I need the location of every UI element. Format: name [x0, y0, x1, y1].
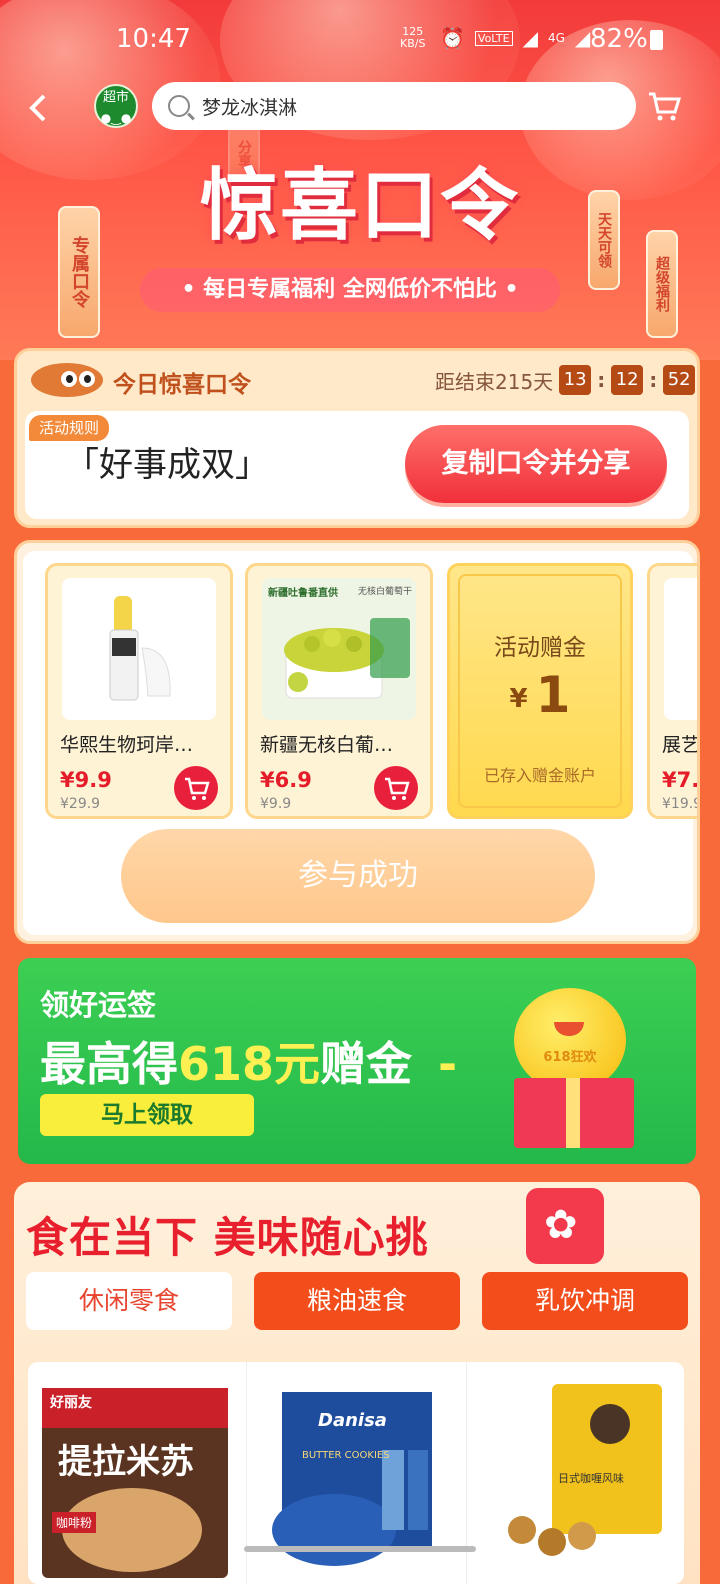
- lucky-ball-icon: 618狂欢: [514, 988, 626, 1092]
- chevron-left-icon: [29, 94, 46, 122]
- lucky-sign-banner[interactable]: 领好运签 最高得618元赠金 - 马上领取 618狂欢: [18, 958, 696, 1164]
- surprise-code-card: 今日惊喜口令 距结束215天 13 : 12 : 52 活动规则 「好事成双」 …: [14, 348, 700, 528]
- alarm-icon: ⏰: [440, 26, 465, 50]
- cart-icon: [385, 777, 410, 800]
- network-speed: 125 KB/S: [400, 25, 426, 50]
- back-button[interactable]: [24, 88, 60, 128]
- top-nav: 超市 ●‿● 梦龙冰淇淋: [0, 80, 720, 136]
- gift-note: 已存入赠金账户: [483, 766, 596, 785]
- cat-face-icon: ●‿●: [100, 111, 132, 125]
- add-to-cart-button[interactable]: [374, 766, 418, 810]
- list-item[interactable]: 日式咖喱风味: [482, 1380, 678, 1580]
- copy-code-share-button[interactable]: 复制口令并分享: [405, 425, 667, 503]
- product-name: 展艺…: [662, 734, 700, 756]
- product-card: 华熙生物珂岸… ¥9.9 ¥29.9 新疆吐鲁番直供 无核白葡萄干 新疆无核白葡…: [14, 540, 700, 944]
- network-type-icon: 4G: [547, 31, 565, 45]
- signal-icon: ◢: [522, 26, 538, 50]
- product-name: 新疆无核白葡…: [260, 734, 394, 756]
- code-heading: 今日惊喜口令: [113, 372, 251, 398]
- shopping-bag-icon: [526, 1188, 604, 1264]
- tab-dairy-drinks[interactable]: 乳饮冲调: [482, 1272, 688, 1330]
- claim-now-button[interactable]: 马上领取: [40, 1094, 254, 1136]
- food-tabs: 休闲零食 粮油速食 乳饮冲调: [26, 1272, 688, 1330]
- tab-snacks[interactable]: 休闲零食: [26, 1272, 232, 1330]
- product-price: ¥9.9: [60, 768, 112, 792]
- product-price: ¥6.9: [260, 768, 312, 792]
- store-logo[interactable]: 超市 ●‿●: [94, 84, 138, 128]
- countdown: 距结束215天 13 : 12 : 52: [435, 365, 696, 395]
- battery-level: 82%: [590, 24, 648, 54]
- add-to-cart-button[interactable]: [174, 766, 218, 810]
- lucky-title: 领好运签: [40, 988, 157, 1022]
- countdown-minutes: 12: [611, 365, 644, 395]
- food-section-title: 食在当下 美味随心挑: [26, 1213, 429, 1262]
- product-image: [664, 578, 697, 720]
- product-image: 新疆吐鲁番直供 无核白葡萄干: [262, 578, 416, 720]
- search-icon: [168, 95, 190, 117]
- product-name: 华熙生物珂岸…: [60, 734, 194, 756]
- search-input[interactable]: 梦龙冰淇淋: [152, 82, 636, 130]
- tag-exclusive: 专属口令: [58, 206, 100, 338]
- countdown-label: 距结束215天: [435, 369, 554, 394]
- join-success-button[interactable]: 参与成功: [121, 829, 595, 923]
- serum-image: [109, 596, 171, 701]
- product-original-price: ¥29.9: [60, 796, 101, 812]
- battery-icon: [650, 30, 663, 50]
- tag-super-benefit: 超级福利: [646, 230, 678, 338]
- gift-box-icon: [514, 1078, 634, 1148]
- countdown-seconds: 52: [663, 365, 696, 395]
- home-indicator[interactable]: [244, 1546, 476, 1552]
- list-item[interactable]: 好丽友 提拉米苏 咖啡粉: [42, 1380, 238, 1580]
- product-original-price: ¥19.9: [662, 796, 700, 812]
- food-section: 食在当下 美味随心挑 休闲零食 粮油速食 乳饮冲调 好丽友 提拉米苏 咖啡粉 D…: [14, 1182, 700, 1584]
- tab-grain-oil[interactable]: 粮油速食: [254, 1272, 460, 1330]
- status-icons: ⏰ VoLTE ◢ 4G ◢: [440, 26, 590, 50]
- lucky-headline: 最高得618元赠金 -: [40, 1037, 458, 1091]
- signal-icon-2: ◢: [574, 26, 591, 50]
- product-item[interactable]: 展艺… ¥7. ¥19.9: [647, 563, 700, 819]
- gift-amount: ¥1: [509, 666, 571, 724]
- cart-icon[interactable]: [646, 88, 682, 124]
- cart-icon: [185, 777, 210, 800]
- raisin-image: [284, 618, 410, 699]
- product-original-price: ¥9.9: [260, 796, 292, 812]
- product-item[interactable]: 新疆吐鲁番直供 无核白葡萄干 新疆无核白葡… ¥6.9 ¥9.9: [245, 563, 433, 819]
- search-text: 梦龙冰淇淋: [202, 96, 298, 119]
- status-time: 10:47: [116, 24, 191, 54]
- code-text: 「好事成双」: [65, 445, 269, 485]
- tag-daily: 天天可领: [588, 190, 620, 290]
- banner-subtitle: • 每日专属福利 全网低价不怕比 •: [140, 268, 560, 312]
- product-image: [62, 578, 216, 720]
- product-price: ¥7.: [662, 768, 700, 792]
- banner-title: 惊喜口令: [199, 161, 520, 251]
- volte-icon: VoLTE: [474, 30, 513, 46]
- gift-money-card: 活动赠金 ¥1 已存入赠金账户: [447, 563, 633, 819]
- countdown-hours: 13: [559, 365, 592, 395]
- product-item[interactable]: 华熙生物珂岸… ¥9.9 ¥29.9: [45, 563, 233, 819]
- mascot-icon: [31, 363, 103, 397]
- status-bar: 10:47 125 KB/S ⏰ VoLTE ◢ 4G ◢ 82%: [0, 0, 720, 80]
- gift-title: 活动赠金: [494, 635, 586, 661]
